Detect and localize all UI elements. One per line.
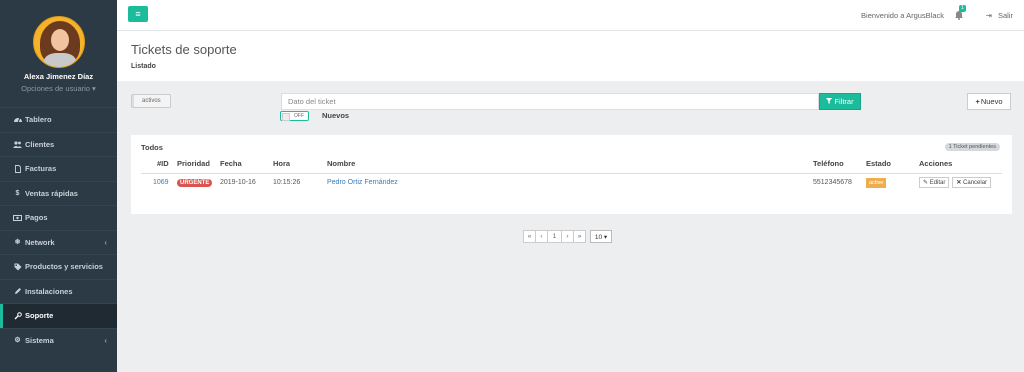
status-badge: active [866,177,887,188]
logout-label: Salir [997,11,1013,20]
cogs-icon: ⚙ [14,337,21,345]
hamburger-icon: ≡ [135,9,141,19]
nuevos-switch[interactable]: OFF [280,111,309,121]
tickets-table: #ID Prioridad Fecha Hora Nombre Teléfono… [141,155,1002,191]
pagination: « ‹ 1 › » 10 ▾ [523,230,612,243]
sidebar-item-productos[interactable]: Productos y servicios [0,254,117,279]
sidebar-item-label: Ventas rápidas [25,188,78,198]
sidebar-item-pagos[interactable]: Pagos [0,205,117,230]
sign-out-icon: ⇥ [985,11,992,20]
welcome-text: Bienvenido a ArgusBlack [861,11,944,20]
sidebar-item-instalaciones[interactable]: Instalaciones [0,278,117,304]
sidebar: Alexa Jimenez Díaz Opciones de usuario ▾… [0,0,117,372]
sidebar-nav: Tablero Clientes Facturas $ Ventas rápid… [0,107,117,352]
sidebar-item-label: Soporte [25,311,54,321]
priority-cell: URGENTE [177,173,220,191]
actions-cell: ✎ Editar ✕ Cancelar [919,173,1002,191]
panel-title: Todos [141,143,163,152]
priority-badge: URGENTE [177,178,213,187]
user-profile: Alexa Jimenez Díaz Opciones de usuario ▾ [0,0,117,107]
sidebar-item-label: Facturas [25,164,57,174]
table-header-row: #ID Prioridad Fecha Hora Nombre Teléfono… [141,155,1002,174]
sidebar-item-network[interactable]: ❄ Network ‹ [0,229,117,255]
chevron-left-icon: ‹ [104,335,107,345]
topbar: ≡ Bienvenido a ArgusBlack 1 ⇥ Salir [117,0,1024,31]
per-page-select[interactable]: 10 ▾ [590,230,612,243]
column-header-status[interactable]: Estado [866,155,919,174]
pending-badge: 1 Ticket pendientes [944,143,1000,151]
time-cell: 10:15:26 [273,178,301,186]
close-icon: ✕ [956,179,962,186]
page-header: Tickets de soporte Listado [117,31,1024,81]
column-header-phone[interactable]: Teléfono [813,155,866,174]
plus-icon: + [975,97,980,106]
cancel-button-label: Cancelar [963,179,988,186]
column-header-date[interactable]: Fecha [220,155,273,174]
sidebar-item-label: Clientes [25,139,55,149]
column-header-actions: Acciones [919,155,1002,174]
sidebar-item-tablero[interactable]: Tablero [0,107,117,132]
last-page-button[interactable]: » [573,230,586,243]
filter-icon [826,97,833,106]
status-cell: active [866,173,919,191]
date-cell: 2019-10-16 [220,178,256,186]
chevron-left-icon: ‹ [104,237,107,247]
tickets-panel: Todos 1 Ticket pendientes #ID Prioridad … [131,135,1012,214]
edit-button-label: Editar [929,179,946,186]
filter-button-label: Filtrar [834,97,854,106]
tags-icon [13,263,22,271]
page-subtitle: Listado [131,63,156,70]
page-number-button[interactable]: 1 [547,230,562,243]
pencil-icon [13,287,22,295]
nuevos-label: Nuevos [322,111,350,120]
column-header-priority[interactable]: Prioridad [177,155,220,174]
notification-badge: 1 [959,5,967,12]
column-header-time[interactable]: Hora [273,155,327,174]
money-icon [13,214,22,221]
sidebar-item-label: Productos y servicios [25,262,103,272]
avatar[interactable] [32,16,85,68]
logout-link[interactable]: ⇥ Salir [986,11,1013,20]
wrench-icon [13,311,22,320]
sidebar-item-label: Network [25,237,55,247]
cancel-button[interactable]: ✕ Cancelar [952,176,992,188]
user-name: Alexa Jimenez Díaz [23,72,94,81]
file-icon [13,164,22,173]
sidebar-item-label: Pagos [25,213,48,223]
users-icon [13,141,22,148]
dollar-icon: $ [15,189,20,197]
sidebar-item-facturas[interactable]: Facturas [0,156,117,181]
edit-button[interactable]: ✎ Editar [919,176,950,188]
sidebar-item-clientes[interactable]: Clientes [0,131,117,157]
sidebar-item-label: Sistema [25,335,54,345]
sidebar-item-ventas-rapidas[interactable]: $ Ventas rápidas [0,180,117,206]
status-toggle[interactable]: activos [131,94,171,108]
menu-toggle-button[interactable]: ≡ [128,6,148,22]
sidebar-item-label: Instalaciones [25,286,73,296]
sidebar-item-label: Tablero [25,115,52,125]
search-input[interactable] [281,93,819,110]
customer-name-link[interactable]: Pedro Ortiz Fernández [327,173,813,191]
column-header-id[interactable]: #ID [141,155,177,174]
phone-cell: 5512345678 [813,178,852,186]
sidebar-item-soporte[interactable]: Soporte [0,303,117,328]
switch-state: OFF [294,113,304,119]
new-ticket-button[interactable]: + Nuevo [967,93,1011,110]
table-row: 1069 URGENTE 2019-10-16 10:15:26 Pedro O… [141,173,1002,191]
new-button-label: Nuevo [980,97,1003,106]
user-options-dropdown[interactable]: Opciones de usuario ▾ [0,84,117,93]
filter-button[interactable]: Filtrar [819,93,861,110]
dashboard-icon [13,116,22,123]
snowflake-icon: ❄ [14,239,21,247]
ticket-id-link[interactable]: 1069 [141,173,177,191]
column-header-name[interactable]: Nombre [327,155,813,174]
page-title: Tickets de soporte [131,42,237,57]
sidebar-item-sistema[interactable]: ⚙ Sistema ‹ [0,327,117,353]
edit-icon: ✎ [923,179,929,186]
notifications-button[interactable]: 1 [954,5,967,20]
